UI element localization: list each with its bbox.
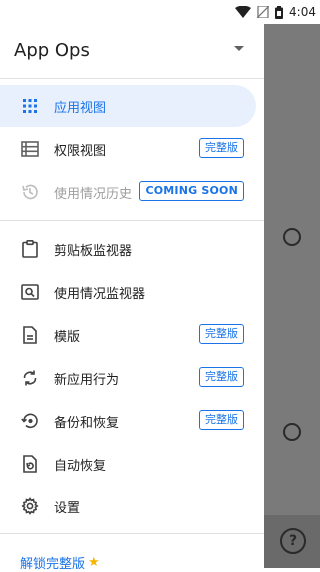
unlock-full-version-link[interactable]: 解锁完整版 ★ [20, 553, 100, 572]
dropdown-arrow-icon[interactable] [234, 46, 244, 51]
wifi-icon [235, 6, 252, 18]
nav-item-clipboard-monitor[interactable]: 剪贴板监视器 [0, 228, 264, 270]
nav-item-usage-monitor[interactable]: 使用情况监视器 [0, 271, 264, 313]
clipboard-icon [20, 239, 40, 259]
monitor-icon [20, 282, 40, 302]
divider [0, 220, 264, 221]
drawer-header[interactable]: App Ops [0, 24, 264, 79]
nav-item-permission-view[interactable]: 权限视图 完整版 [0, 128, 264, 170]
nav-item-label: 模版 [54, 330, 81, 345]
unlock-label: 解锁完整版 [20, 557, 86, 572]
nav-item-label: 剪贴板监视器 [54, 244, 133, 259]
status-time: 4:04 [289, 5, 316, 19]
radio-icon [283, 423, 301, 441]
nav-item-app-view[interactable]: 应用视图 [0, 85, 256, 127]
no-sim-icon [257, 6, 270, 18]
nav-item-new-app-behavior[interactable]: 新应用行为 完整版 [0, 357, 264, 399]
navigation-drawer: App Ops 应用视图 权限视图 完整版 使用情况历史 COMING SOON… [0, 0, 264, 572]
radio-icon [283, 228, 301, 246]
full-version-badge: 完整版 [199, 410, 244, 430]
nav-item-label: 新应用行为 [54, 373, 120, 388]
nav-item-label: 备份和恢复 [54, 416, 120, 431]
nav-item-backup-restore[interactable]: 备份和恢复 完整版 [0, 400, 264, 442]
nav-item-label: 使用情况监视器 [54, 287, 146, 302]
full-version-badge: 完整版 [199, 138, 244, 158]
nav-item-settings[interactable]: 设置 [0, 485, 264, 527]
nav-item-label: 设置 [54, 501, 81, 516]
status-bar: 4:04 [0, 0, 320, 24]
nav-item-templates[interactable]: 模版 完整版 [0, 314, 264, 356]
sync-icon [20, 368, 40, 388]
battery-icon [275, 5, 284, 19]
nav-item-label: 自动恢复 [54, 459, 107, 474]
drawer-scrim[interactable]: ? [264, 0, 320, 568]
gear-icon [20, 496, 40, 516]
full-version-badge: 完整版 [199, 367, 244, 387]
file-restore-icon [20, 454, 40, 474]
full-version-badge: 完整版 [199, 324, 244, 344]
help-icon: ? [280, 528, 306, 554]
nav-item-usage-history: 使用情况历史 COMING SOON [0, 171, 264, 213]
app-title: App Ops [14, 40, 90, 61]
nav-item-auto-restore[interactable]: 自动恢复 [0, 443, 264, 485]
list-icon [20, 139, 40, 159]
coming-soon-badge: COMING SOON [139, 181, 244, 201]
restore-icon [20, 411, 40, 431]
nav-item-label: 应用视图 [54, 101, 107, 116]
help-button[interactable]: ? [264, 515, 320, 568]
nav-item-label: 使用情况历史 [54, 187, 133, 202]
divider [0, 533, 264, 534]
grid-icon [20, 96, 40, 116]
nav-item-label: 权限视图 [54, 144, 107, 159]
document-icon [20, 325, 40, 345]
history-icon [20, 182, 40, 202]
